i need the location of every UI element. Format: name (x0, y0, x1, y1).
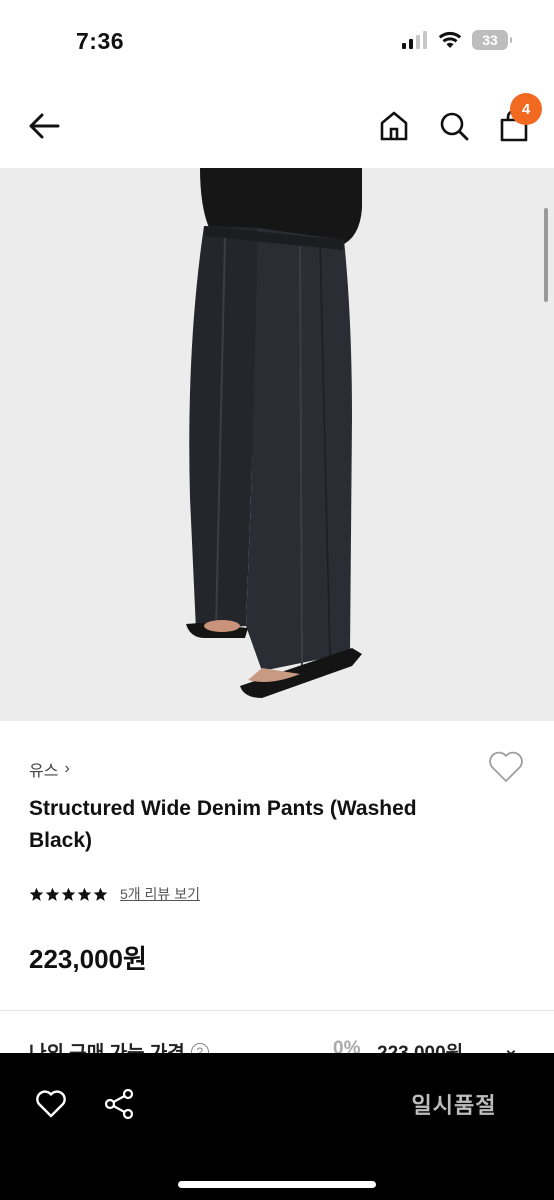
star-icon (77, 887, 92, 901)
image-scrollbar[interactable] (544, 208, 548, 302)
product-photo (0, 168, 554, 721)
status-icons: 33 (402, 30, 512, 50)
heart-outline-icon[interactable] (486, 749, 526, 785)
product-title: Structured Wide Denim Pants (Washed Blac… (29, 797, 417, 852)
home-icon[interactable] (376, 108, 412, 144)
cart-count-badge: 4 (510, 93, 542, 125)
heart-outline-icon[interactable] (34, 1087, 68, 1121)
cellular-signal-icon (402, 31, 427, 49)
search-icon[interactable] (436, 108, 472, 144)
brand-link[interactable]: 유스 › (29, 757, 70, 781)
brand-name: 유스 (29, 763, 59, 780)
battery-icon: 33 (472, 30, 512, 50)
review-link[interactable]: 5개 리뷰 보기 (120, 884, 200, 904)
star-icon (93, 887, 108, 901)
star-rating (29, 887, 108, 902)
product-image[interactable] (0, 168, 554, 721)
chevron-right-icon: › (64, 760, 70, 777)
wifi-icon (438, 31, 462, 48)
star-icon (61, 887, 76, 901)
status-bar: 7:36 33 (0, 0, 554, 84)
arrow-left-icon[interactable] (24, 108, 64, 144)
product-info: 유스 › Structured Wide Denim Pants (Washed… (0, 721, 554, 1011)
battery-level: 33 (482, 32, 498, 48)
home-indicator[interactable] (178, 1181, 376, 1188)
section-divider (0, 1010, 554, 1011)
bottom-action-bar: 일시품절 (0, 1053, 554, 1200)
soldout-button[interactable]: 일시품절 (380, 1083, 528, 1125)
star-icon (29, 887, 44, 901)
rating-row: 5개 리뷰 보기 (29, 884, 200, 904)
status-time: 7:36 (76, 28, 125, 54)
product-price: 223,000원 (29, 944, 147, 974)
star-icon (45, 887, 60, 901)
nav-bar (0, 90, 554, 166)
share-icon[interactable] (102, 1087, 136, 1121)
